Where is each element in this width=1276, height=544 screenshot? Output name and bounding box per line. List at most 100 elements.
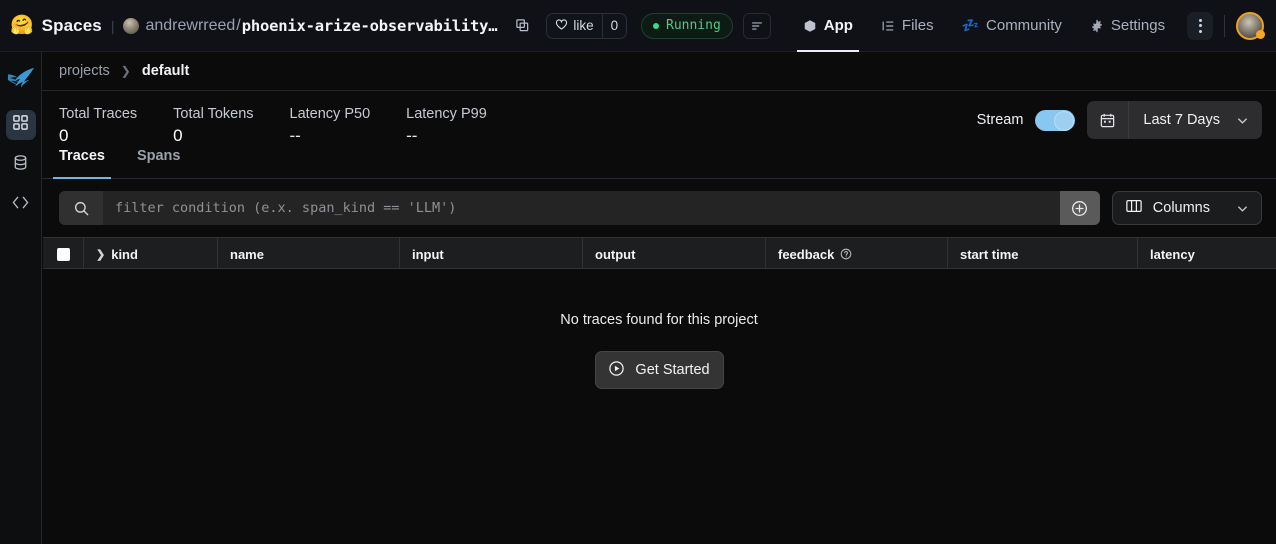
column-label: output <box>595 247 635 262</box>
tab-settings[interactable]: Settings <box>1076 0 1179 52</box>
table-body-empty-state: No traces found for this project Get Sta… <box>42 269 1276 544</box>
columns-icon <box>1125 198 1143 218</box>
column-label: input <box>412 247 444 262</box>
status-label: Running <box>666 18 721 33</box>
columns-label: Columns <box>1153 200 1210 216</box>
column-header-start-time[interactable]: start time <box>948 238 1138 270</box>
tab-community-label: Community <box>986 17 1062 34</box>
code-brackets-icon <box>11 194 30 216</box>
repo-owner-link[interactable]: andrewrreed <box>145 17 235 35</box>
column-header-name[interactable]: name <box>218 238 400 270</box>
sidebar-item-projects[interactable] <box>6 110 36 140</box>
traces-table: ❯ kind name input output feedback <box>42 237 1276 544</box>
help-circle-icon[interactable] <box>840 248 852 260</box>
database-icon <box>12 154 29 176</box>
metric-value: 0 <box>173 123 253 149</box>
traces-spans-tabs: Traces Spans <box>42 148 1276 179</box>
like-button[interactable]: like <box>547 14 601 38</box>
tab-spans-label: Spans <box>137 148 181 164</box>
search-icon[interactable] <box>59 191 103 225</box>
files-icon <box>881 19 895 33</box>
main-content: projects ❯ default Total Traces 0 Total … <box>42 52 1276 544</box>
logs-icon[interactable] <box>743 13 771 39</box>
tab-spans[interactable]: Spans <box>137 148 197 179</box>
space-nav-tabs: App Files 💤 Community Settings <box>789 0 1179 52</box>
chevron-down-icon <box>1236 114 1262 127</box>
status-dot-icon <box>653 23 659 29</box>
metric-label: Latency P50 <box>290 105 371 123</box>
spaces-brand-link[interactable]: Spaces <box>42 16 102 36</box>
plus-circle-icon[interactable] <box>1060 191 1100 225</box>
columns-button[interactable]: Columns <box>1112 191 1262 225</box>
tab-app-label: App <box>824 17 853 34</box>
filter-box <box>59 191 1100 225</box>
header-divider: | <box>111 18 115 34</box>
hugging-face-logo-icon: 🤗 <box>10 16 34 35</box>
avatar[interactable] <box>1236 12 1264 40</box>
copy-icon[interactable] <box>511 15 533 37</box>
tab-community[interactable]: 💤 Community <box>948 0 1076 52</box>
calendar-icon <box>1087 101 1129 139</box>
column-header-kind[interactable]: ❯ kind <box>84 238 218 270</box>
chevron-right-icon[interactable]: ❯ <box>96 248 105 261</box>
like-count: 0 <box>602 14 627 38</box>
heart-icon <box>555 18 568 34</box>
column-header-output[interactable]: output <box>583 238 766 270</box>
metric-label: Total Traces <box>59 105 137 123</box>
metric-value: -- <box>406 123 487 149</box>
column-header-feedback[interactable]: feedback <box>766 238 948 270</box>
cube-icon <box>803 19 817 33</box>
huggingface-header: 🤗 Spaces | andrewrreed / phoenix-arize-o… <box>0 0 1276 52</box>
tab-settings-label: Settings <box>1111 17 1165 34</box>
metric-total-tokens: Total Tokens 0 <box>173 105 253 149</box>
header-separator <box>1224 15 1225 37</box>
metric-label: Latency P99 <box>406 105 487 123</box>
tab-app[interactable]: App <box>789 0 867 52</box>
stream-toggle[interactable] <box>1035 110 1075 131</box>
date-range-picker[interactable]: Last 7 Days <box>1087 101 1262 139</box>
get-started-button[interactable]: Get Started <box>595 351 724 389</box>
metric-value: -- <box>290 123 371 149</box>
get-started-label: Get Started <box>635 362 709 378</box>
chevron-down-icon <box>1236 202 1249 215</box>
filter-input[interactable] <box>103 191 1060 225</box>
column-header-latency[interactable]: latency <box>1138 238 1274 270</box>
sidebar-item-datasets[interactable] <box>6 150 36 180</box>
breadcrumb-separator: ❯ <box>121 64 131 78</box>
metrics-row: Total Traces 0 Total Tokens 0 Latency P5… <box>42 91 1276 148</box>
app-body: projects ❯ default Total Traces 0 Total … <box>0 52 1276 544</box>
column-label: start time <box>960 247 1019 262</box>
column-label: kind <box>111 247 138 262</box>
community-icon: 💤 <box>962 17 979 34</box>
vertical-dots-icon[interactable] <box>1187 12 1213 40</box>
metric-latency-p99: Latency P99 -- <box>406 105 487 149</box>
column-label: latency <box>1150 247 1195 262</box>
empty-state-message: No traces found for this project <box>42 312 1276 328</box>
left-rail <box>0 52 42 544</box>
metric-latency-p50: Latency P50 -- <box>290 105 371 149</box>
breadcrumb-projects-link[interactable]: projects <box>59 63 110 79</box>
tab-traces-label: Traces <box>59 148 105 164</box>
metric-total-traces: Total Traces 0 <box>59 105 137 149</box>
column-header-input[interactable]: input <box>400 238 583 270</box>
tab-files-label: Files <box>902 17 934 34</box>
stream-controls: Stream Last 7 Days <box>977 101 1262 139</box>
sidebar-item-playground[interactable] <box>6 190 36 220</box>
like-group[interactable]: like 0 <box>546 13 627 39</box>
like-label: like <box>573 18 593 33</box>
breadcrumb-current: default <box>142 63 190 79</box>
select-all-checkbox[interactable] <box>57 248 70 261</box>
owner-avatar <box>123 18 139 34</box>
column-label: name <box>230 247 264 262</box>
date-range-value: Last 7 Days <box>1129 112 1236 128</box>
gear-icon <box>1090 19 1104 33</box>
grid-icon <box>12 114 29 136</box>
metric-value: 0 <box>59 123 137 149</box>
column-label: feedback <box>778 247 834 262</box>
select-all-column[interactable] <box>43 238 84 270</box>
tab-traces[interactable]: Traces <box>59 148 121 179</box>
status-badge: Running <box>641 13 733 39</box>
tab-files[interactable]: Files <box>867 0 948 52</box>
repo-name-link[interactable]: phoenix-arize-observability… <box>242 17 498 35</box>
repo-path-separator: / <box>236 17 240 35</box>
